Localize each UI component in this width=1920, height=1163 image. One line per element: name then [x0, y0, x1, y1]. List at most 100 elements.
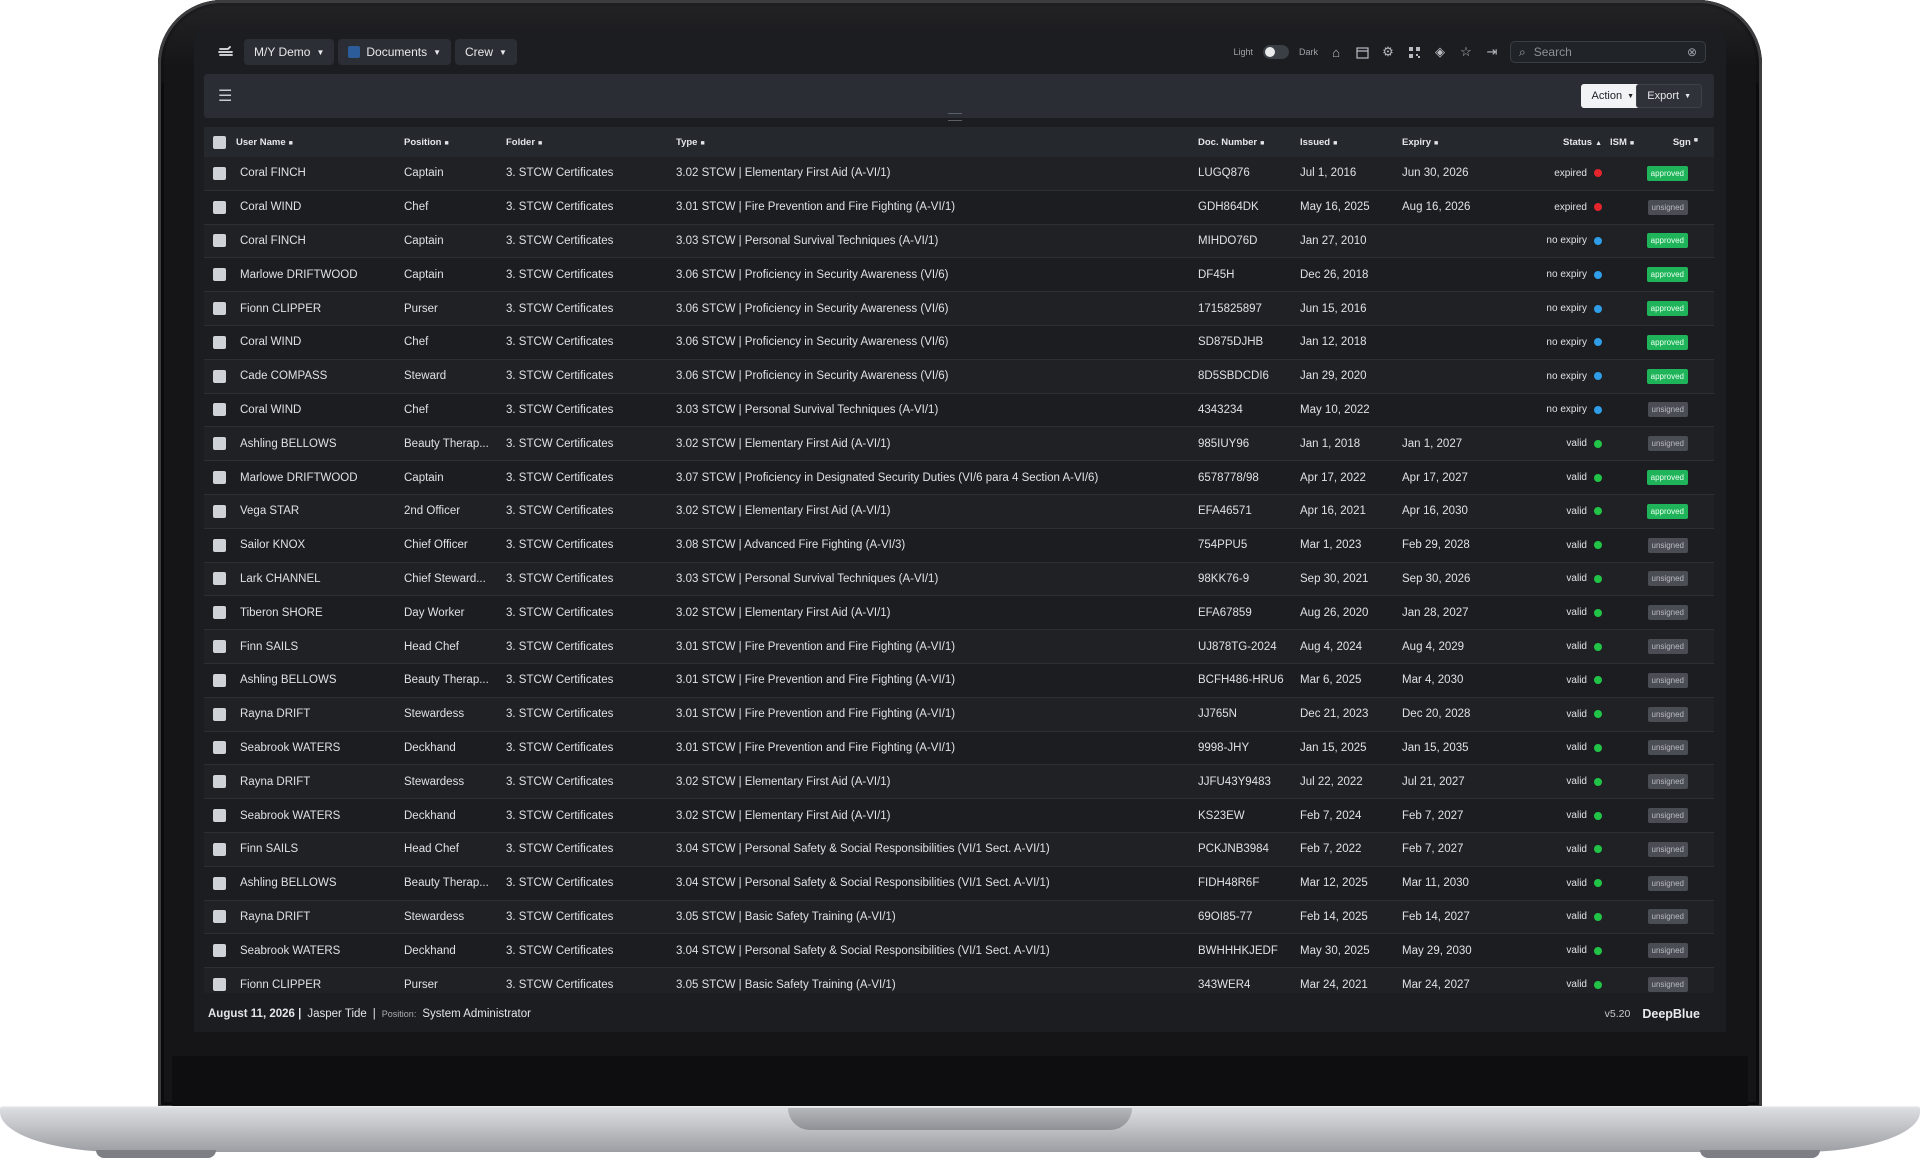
sign-status-badge[interactable]: approved: [1646, 165, 1688, 181]
table-row[interactable]: Rayna DRIFT Stewardess 3. STCW Certificate…: [204, 765, 1714, 800]
row-checkbox[interactable]: [212, 741, 226, 755]
table-row[interactable]: Sailor KNOX Chief Officer 3. STCW Certific…: [204, 528, 1714, 563]
user-name-cell[interactable]: Fionn CLIPPER: [234, 979, 404, 991]
clear-search-icon[interactable]: ⊗: [1687, 45, 1697, 59]
table-row[interactable]: Marlowe DRIFTWOOD Captain 3. STCW Certific…: [204, 258, 1714, 293]
sign-status-badge[interactable]: unsigned: [1647, 402, 1688, 418]
table-row[interactable]: Coral FINCH Captain 3. STCW Certificates 3.…: [204, 224, 1714, 259]
table-row[interactable]: Coral FINCH Captain 3. STCW Certificates 3.…: [204, 157, 1714, 191]
user-name-cell[interactable]: Lark CHANNEL: [234, 573, 404, 585]
row-checkbox[interactable]: [212, 471, 226, 485]
user-name-cell[interactable]: Ashling BELLOWS: [234, 674, 404, 686]
menu-icon[interactable]: ☰: [218, 86, 232, 106]
sign-status-badge[interactable]: approved: [1646, 334, 1688, 350]
row-checkbox[interactable]: [212, 910, 226, 924]
table-row[interactable]: Fionn CLIPPER Purser 3. STCW Certificates 3…: [204, 968, 1714, 993]
row-checkbox[interactable]: [212, 538, 226, 552]
row-checkbox[interactable]: [212, 707, 226, 721]
gear-icon[interactable]: ⚙: [1380, 44, 1396, 60]
user-name-cell[interactable]: Marlowe DRIFTWOOD: [234, 269, 404, 281]
type-cell[interactable]: 3.02 STCW | Elementary First Aid (A-VI/1…: [676, 776, 1198, 788]
col-type[interactable]: Type ■: [676, 137, 1198, 148]
user-name-cell[interactable]: Coral WIND: [234, 201, 404, 213]
type-cell[interactable]: 3.01 STCW | Fire Prevention and Fire Fig…: [676, 641, 1198, 653]
sign-status-badge[interactable]: unsigned: [1647, 571, 1688, 587]
sign-status-badge[interactable]: unsigned: [1647, 943, 1688, 959]
table-row[interactable]: Fionn CLIPPER Purser 3. STCW Certificates 3…: [204, 292, 1714, 326]
sign-status-badge[interactable]: unsigned: [1647, 841, 1688, 857]
row-checkbox[interactable]: [212, 200, 226, 214]
type-cell[interactable]: 3.07 STCW | Proficiency in Designated Se…: [676, 472, 1198, 484]
table-row[interactable]: Ashling BELLOWS Beauty Therap... 3. STCW C…: [204, 663, 1714, 698]
table-row[interactable]: Seabrook WATERS Deckhand 3. STCW Certifica…: [204, 799, 1714, 833]
col-issued[interactable]: Issued ■: [1300, 137, 1402, 148]
row-checkbox[interactable]: [212, 268, 226, 282]
table-row[interactable]: Ashling BELLOWS Beauty Therap... 3. STCW C…: [204, 427, 1714, 462]
theme-toggle[interactable]: [1262, 45, 1289, 59]
sign-status-badge[interactable]: unsigned: [1647, 537, 1688, 553]
type-cell[interactable]: 3.02 STCW | Elementary First Aid (A-VI/1…: [676, 438, 1198, 450]
type-cell[interactable]: 3.02 STCW | Elementary First Aid (A-VI/1…: [676, 505, 1198, 517]
row-checkbox[interactable]: [212, 978, 226, 992]
col-expiry[interactable]: Expiry ■: [1402, 137, 1502, 148]
col-sgn[interactable]: Sgn ■: [1634, 137, 1704, 148]
row-checkbox[interactable]: [212, 640, 226, 654]
sign-status-badge[interactable]: unsigned: [1647, 605, 1688, 621]
table-row[interactable]: Seabrook WATERS Deckhand 3. STCW Certifica…: [204, 934, 1714, 969]
user-name-cell[interactable]: Finn SAILS: [234, 843, 404, 855]
sign-status-badge[interactable]: approved: [1646, 503, 1688, 519]
row-checkbox[interactable]: [212, 842, 226, 856]
table-row[interactable]: Vega STAR 2nd Officer 3. STCW Certificates…: [204, 494, 1714, 529]
type-cell[interactable]: 3.06 STCW | Proficiency in Security Awar…: [676, 336, 1198, 348]
resize-grip[interactable]: [948, 113, 962, 121]
type-cell[interactable]: 3.03 STCW | Personal Survival Techniques…: [676, 235, 1198, 247]
action-button[interactable]: Action ▼: [1581, 84, 1644, 108]
type-cell[interactable]: 3.08 STCW | Advanced Fire Fighting (A-VI…: [676, 539, 1198, 551]
type-cell[interactable]: 3.04 STCW | Personal Safety & Social Res…: [676, 843, 1198, 855]
search-input[interactable]: [1531, 44, 1681, 60]
row-checkbox[interactable]: [212, 673, 226, 687]
sign-status-badge[interactable]: approved: [1646, 368, 1688, 384]
calendar-icon[interactable]: [1354, 44, 1370, 60]
user-name-cell[interactable]: Seabrook WATERS: [234, 945, 404, 957]
row-checkbox[interactable]: [212, 504, 226, 518]
sign-status-badge[interactable]: unsigned: [1647, 639, 1688, 655]
col-ism[interactable]: ISM ■: [1602, 137, 1634, 148]
sign-status-badge[interactable]: unsigned: [1647, 199, 1688, 215]
col-doc-number[interactable]: Doc. Number ■: [1198, 137, 1300, 148]
row-checkbox[interactable]: [212, 166, 226, 180]
table-row[interactable]: Finn SAILS Head Chef 3. STCW Certificates 3…: [204, 630, 1714, 664]
type-cell[interactable]: 3.06 STCW | Proficiency in Security Awar…: [676, 370, 1198, 382]
sign-status-badge[interactable]: unsigned: [1647, 774, 1688, 790]
qr-code-icon[interactable]: [1406, 44, 1422, 60]
sign-status-badge[interactable]: unsigned: [1647, 672, 1688, 688]
row-checkbox[interactable]: [212, 437, 226, 451]
type-cell[interactable]: 3.02 STCW | Elementary First Aid (A-VI/1…: [676, 607, 1198, 619]
user-name-cell[interactable]: Coral FINCH: [234, 235, 404, 247]
table-row[interactable]: Marlowe DRIFTWOOD Captain 3. STCW Certific…: [204, 461, 1714, 495]
row-checkbox[interactable]: [212, 572, 226, 586]
row-checkbox[interactable]: [212, 944, 226, 958]
app-logo-icon[interactable]: [216, 42, 236, 62]
vessel-selector[interactable]: M/Y Demo ▼: [244, 39, 335, 65]
user-name-cell[interactable]: Fionn CLIPPER: [234, 303, 404, 315]
row-checkbox[interactable]: [212, 775, 226, 789]
user-name-cell[interactable]: Tiberon SHORE: [234, 607, 404, 619]
sign-status-badge[interactable]: approved: [1646, 233, 1688, 249]
table-row[interactable]: Ashling BELLOWS Beauty Therap... 3. STCW C…: [204, 866, 1714, 901]
sign-status-badge[interactable]: unsigned: [1647, 740, 1688, 756]
user-name-cell[interactable]: Rayna DRIFT: [234, 911, 404, 923]
directions-icon[interactable]: ◈: [1432, 44, 1448, 60]
sign-status-badge[interactable]: unsigned: [1647, 977, 1688, 993]
module-selector[interactable]: Documents ▼: [338, 39, 452, 65]
table-row[interactable]: Coral WIND Chef 3. STCW Certificates 3.01 S…: [204, 190, 1714, 225]
type-cell[interactable]: 3.05 STCW | Basic Safety Training (A-VI/…: [676, 911, 1198, 923]
row-checkbox[interactable]: [212, 606, 226, 620]
table-row[interactable]: Lark CHANNEL Chief Steward... 3. STCW Cert…: [204, 562, 1714, 597]
type-cell[interactable]: 3.01 STCW | Fire Prevention and Fire Fig…: [676, 201, 1198, 213]
user-name-cell[interactable]: Ashling BELLOWS: [234, 438, 404, 450]
type-cell[interactable]: 3.04 STCW | Personal Safety & Social Res…: [676, 945, 1198, 957]
user-name-cell[interactable]: Coral FINCH: [234, 167, 404, 179]
select-all-checkbox[interactable]: [212, 135, 226, 149]
table-row[interactable]: Coral WIND Chef 3. STCW Certificates 3.03 S…: [204, 393, 1714, 428]
